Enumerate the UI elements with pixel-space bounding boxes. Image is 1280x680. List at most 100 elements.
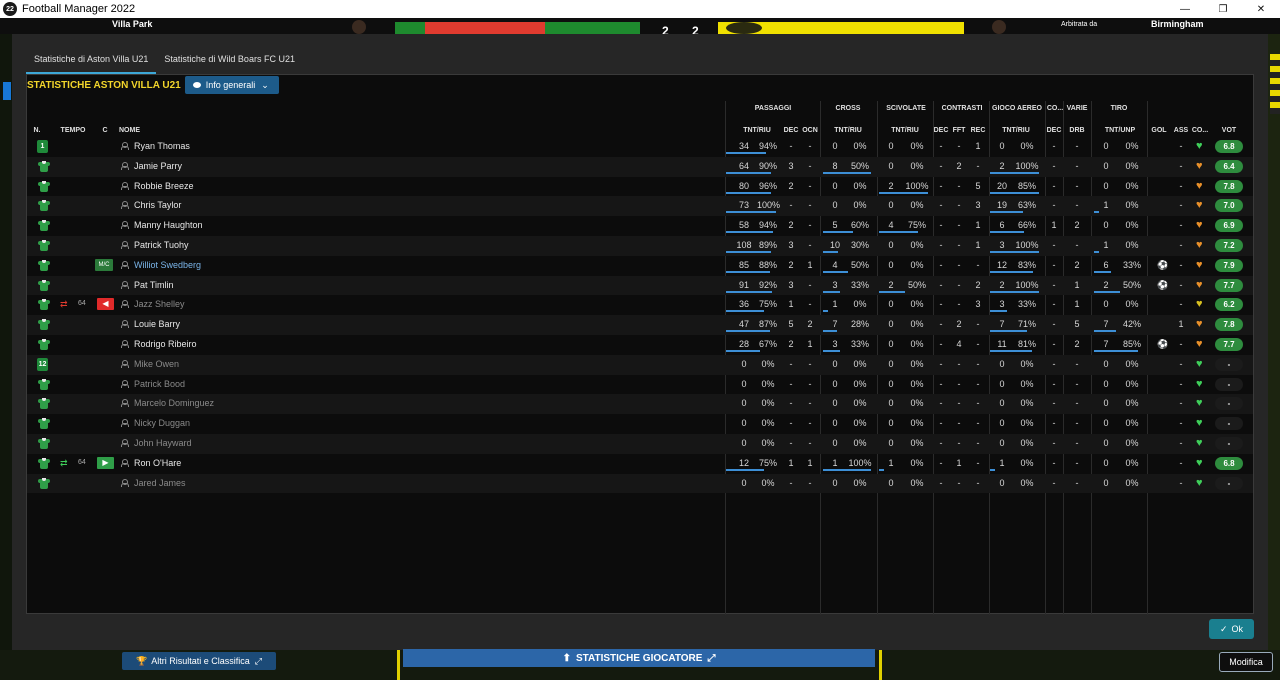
background-left-edge (0, 34, 12, 680)
col-n[interactable]: N. (31, 127, 43, 134)
player-name[interactable]: Mike Owen (134, 359, 179, 369)
player-name[interactable]: Patrick Bood (134, 379, 185, 389)
player-name[interactable]: Chris Taylor (134, 200, 181, 210)
table-row[interactable]: Patrick Bood 0 0% - -0 0% 0 0% - - -0 0% - -0 0% - ♥ - (27, 375, 1253, 395)
passes-completed-pct: 89% (758, 240, 777, 250)
key-passes: - (789, 358, 793, 369)
shots-on-target-pct: 0% (1125, 180, 1139, 191)
table-row[interactable]: M/C Williot Swedberg 85 88% 2 1 4 50% 0 0% - - - 12 83… (27, 256, 1253, 276)
col-dec[interactable]: DEC (783, 127, 799, 134)
table-row[interactable]: Chris Taylor 73 100% - -0 0% 0 0% - -3 19 63% - -1 0% -… (27, 196, 1253, 217)
table-row[interactable]: Jamie Parry 64 90% 3 - 8 50% 0 0% - 2 - 2 100% - - 0 0% - ♥… (27, 156, 1253, 177)
stat-bar (823, 290, 840, 293)
table-row[interactable]: ⇄ 64 ◀ Jazz Shelley 36 75% 1 - 1 0% 0 0% - - 3 3 33% - 1 0 0… (27, 295, 1253, 315)
col-contr-fft[interactable]: FFT (951, 127, 967, 134)
player-name[interactable]: Rodrigo Ribeiro (134, 339, 197, 349)
key-passes: 2 (788, 339, 794, 349)
substitution-minute: 64 (78, 458, 86, 466)
stat-bar (990, 468, 995, 471)
table-row[interactable]: Nicky Duggan 0 0% - -0 0% 0 0% - - -0 0% - -0 0% - ♥ - (27, 414, 1253, 434)
col-contr-dec[interactable]: DEC (933, 127, 949, 134)
table-row[interactable]: Pat Timlin 91 92% 3 - 3 33% 2 50% - - 2 2 100% - 1 2 50% -… (27, 275, 1253, 296)
player-name[interactable]: Louie Barry (134, 319, 180, 329)
group-gioco-aereo: GIOCO AEREO (992, 105, 1042, 112)
background-right-edge (1268, 34, 1280, 680)
table-row[interactable]: Manny Haughton 58 94% 2 - 5 60% 4 75% - - 1 6 66% 1 2 0 0… (27, 216, 1253, 236)
col-ocn[interactable]: OCN (800, 127, 820, 134)
player-name[interactable]: Williot Swedberg (134, 260, 201, 270)
col-contr-rec[interactable]: REC (968, 127, 988, 134)
table-row[interactable]: Patrick Tuohy 108 89% 3 - 10 30% 0 0% - - 1 3 100% - - 1… (27, 236, 1253, 256)
col-sciv-tntriu[interactable]: TNT/RIU (880, 127, 930, 134)
table-row[interactable]: 12 Mike Owen 0 0% - -0 0% 0 0% - - -0 0% - -0 0% - ♥ - (27, 354, 1253, 375)
table-row[interactable]: 1 Ryan Thomas 34 94% - - 0 0% 0 0% - - 1 0 0% - - 0 0% - ♥ 6.… (27, 137, 1253, 157)
condition-heart-icon: ♥ (1196, 437, 1203, 449)
dribbles: - (1075, 240, 1079, 250)
col-tempo[interactable]: TEMPO (57, 127, 89, 134)
other-results-button[interactable]: 🏆 Altri Risultati e Classifica ⤢ (122, 652, 276, 670)
col-c[interactable]: C (99, 127, 111, 134)
player-name[interactable]: John Hayward (134, 438, 192, 448)
player-name[interactable]: Robbie Breeze (134, 181, 194, 191)
table-row[interactable]: Robbie Breeze 80 96% 2-0 0% 2 100% - -5 20 85% - -0 0… (27, 177, 1253, 197)
fouls: 1 (956, 457, 962, 468)
col-nome[interactable]: NOME (119, 127, 140, 134)
headers-attempted: 6 (999, 220, 1005, 231)
maximize-button[interactable]: ❐ (1204, 0, 1242, 18)
chances-created: - (808, 378, 812, 389)
headers-won-pct: 0% (1020, 141, 1034, 151)
col-co-dec[interactable]: DEC (1045, 127, 1063, 134)
table-row[interactable]: ⇄ 64 ▶ Ron O'Hare 12 75% 1 1 1 100% 1 0% - 1 - 1 0% - - 0 0%… (27, 454, 1253, 474)
shirt-icon (38, 199, 50, 212)
player-name[interactable]: Ryan Thomas (134, 141, 190, 151)
player-name[interactable]: Jamie Parry (134, 161, 182, 171)
col-condition[interactable]: CO... (1190, 127, 1210, 134)
col-cross-tntriu[interactable]: TNT/RIU (824, 127, 872, 134)
table-row[interactable]: Jared James 0 0% - -0 0% 0 0% - - -0 0% - -0 0% - ♥ - (27, 473, 1253, 494)
tackles-attempted: 0 (888, 319, 894, 330)
tackles-key: - (939, 279, 943, 290)
table-row[interactable]: Rodrigo Ribeiro 28 67% 2 1 3 33% 0 0% - 4 - 11 81% - 2 7… (27, 335, 1253, 355)
ok-button[interactable]: ✓ Ok (1209, 619, 1254, 639)
match-rating-badge: - (1215, 377, 1243, 391)
condition-heart-icon: ♥ (1196, 397, 1203, 410)
edit-button[interactable]: Modifica (1219, 652, 1273, 672)
col-pass-tntriu[interactable]: TNT/RIU (732, 127, 782, 134)
fouls: - (957, 477, 961, 488)
player-name[interactable]: Jazz Shelley (134, 299, 185, 309)
tackles-won-pct: 100% (905, 180, 929, 191)
player-name[interactable]: Manny Haughton (134, 220, 203, 230)
close-button[interactable]: ✕ (1242, 0, 1280, 18)
tab-aston-villa[interactable]: Statistiche di Aston Villa U21 (26, 50, 157, 74)
col-aereo-tntriu[interactable]: TNT/RIU (991, 127, 1041, 134)
key-passes: 3 (788, 279, 794, 290)
table-row[interactable]: Louie Barry 47 87% 5 2 7 28% 0 0% - 2 - 7 71% - 5 7 42% 1 ♥… (27, 315, 1253, 335)
assists: - (1179, 477, 1183, 488)
view-filter-dropdown[interactable]: Info generali ⌄ (184, 76, 279, 94)
player-name[interactable]: Pat Timlin (134, 280, 174, 290)
player-name[interactable]: Jared James (134, 478, 186, 488)
tackles-won-pct: 0% (910, 438, 924, 448)
player-name[interactable]: Patrick Tuohy (134, 240, 189, 250)
external-link-icon: ⤢ (707, 652, 716, 664)
col-vot[interactable]: VOT (1215, 127, 1243, 134)
stat-bar (726, 310, 764, 313)
chances-created: 1 (807, 457, 813, 468)
headers-won-pct: 100% (1015, 240, 1039, 250)
player-name[interactable]: Nicky Duggan (134, 418, 190, 428)
col-ass[interactable]: ASS (1172, 127, 1190, 134)
player-name[interactable]: Ron O'Hare (134, 458, 181, 468)
fouls: - (957, 279, 961, 290)
col-gol[interactable]: GOL (1149, 127, 1169, 134)
table-row[interactable]: John Hayward 0 0% - -0 0% 0 0% - - -0 0% - -0 0% - ♥ - (27, 434, 1253, 454)
shirt-icon (38, 397, 50, 410)
player-stats-button[interactable]: ⬆ STATISTICHE GIOCATORE ⤢ (403, 649, 875, 667)
other-results-label: Altri Risultati e Classifica (151, 656, 250, 666)
table-row[interactable]: Marcelo Dominguez 0 0% - - 0 0% 0 0% - - - 0 0% - - 0 0% -… (27, 394, 1253, 415)
tab-wild-boars[interactable]: Statistiche di Wild Boars FC U21 (156, 50, 303, 74)
col-tiro-tntunp[interactable]: TNT/UNP (1095, 127, 1145, 134)
player-name[interactable]: Marcelo Dominguez (134, 398, 214, 408)
tackles-won-pct: 0% (910, 299, 924, 310)
col-drb[interactable]: DRB (1067, 127, 1087, 134)
minimize-button[interactable]: — (1166, 0, 1204, 18)
